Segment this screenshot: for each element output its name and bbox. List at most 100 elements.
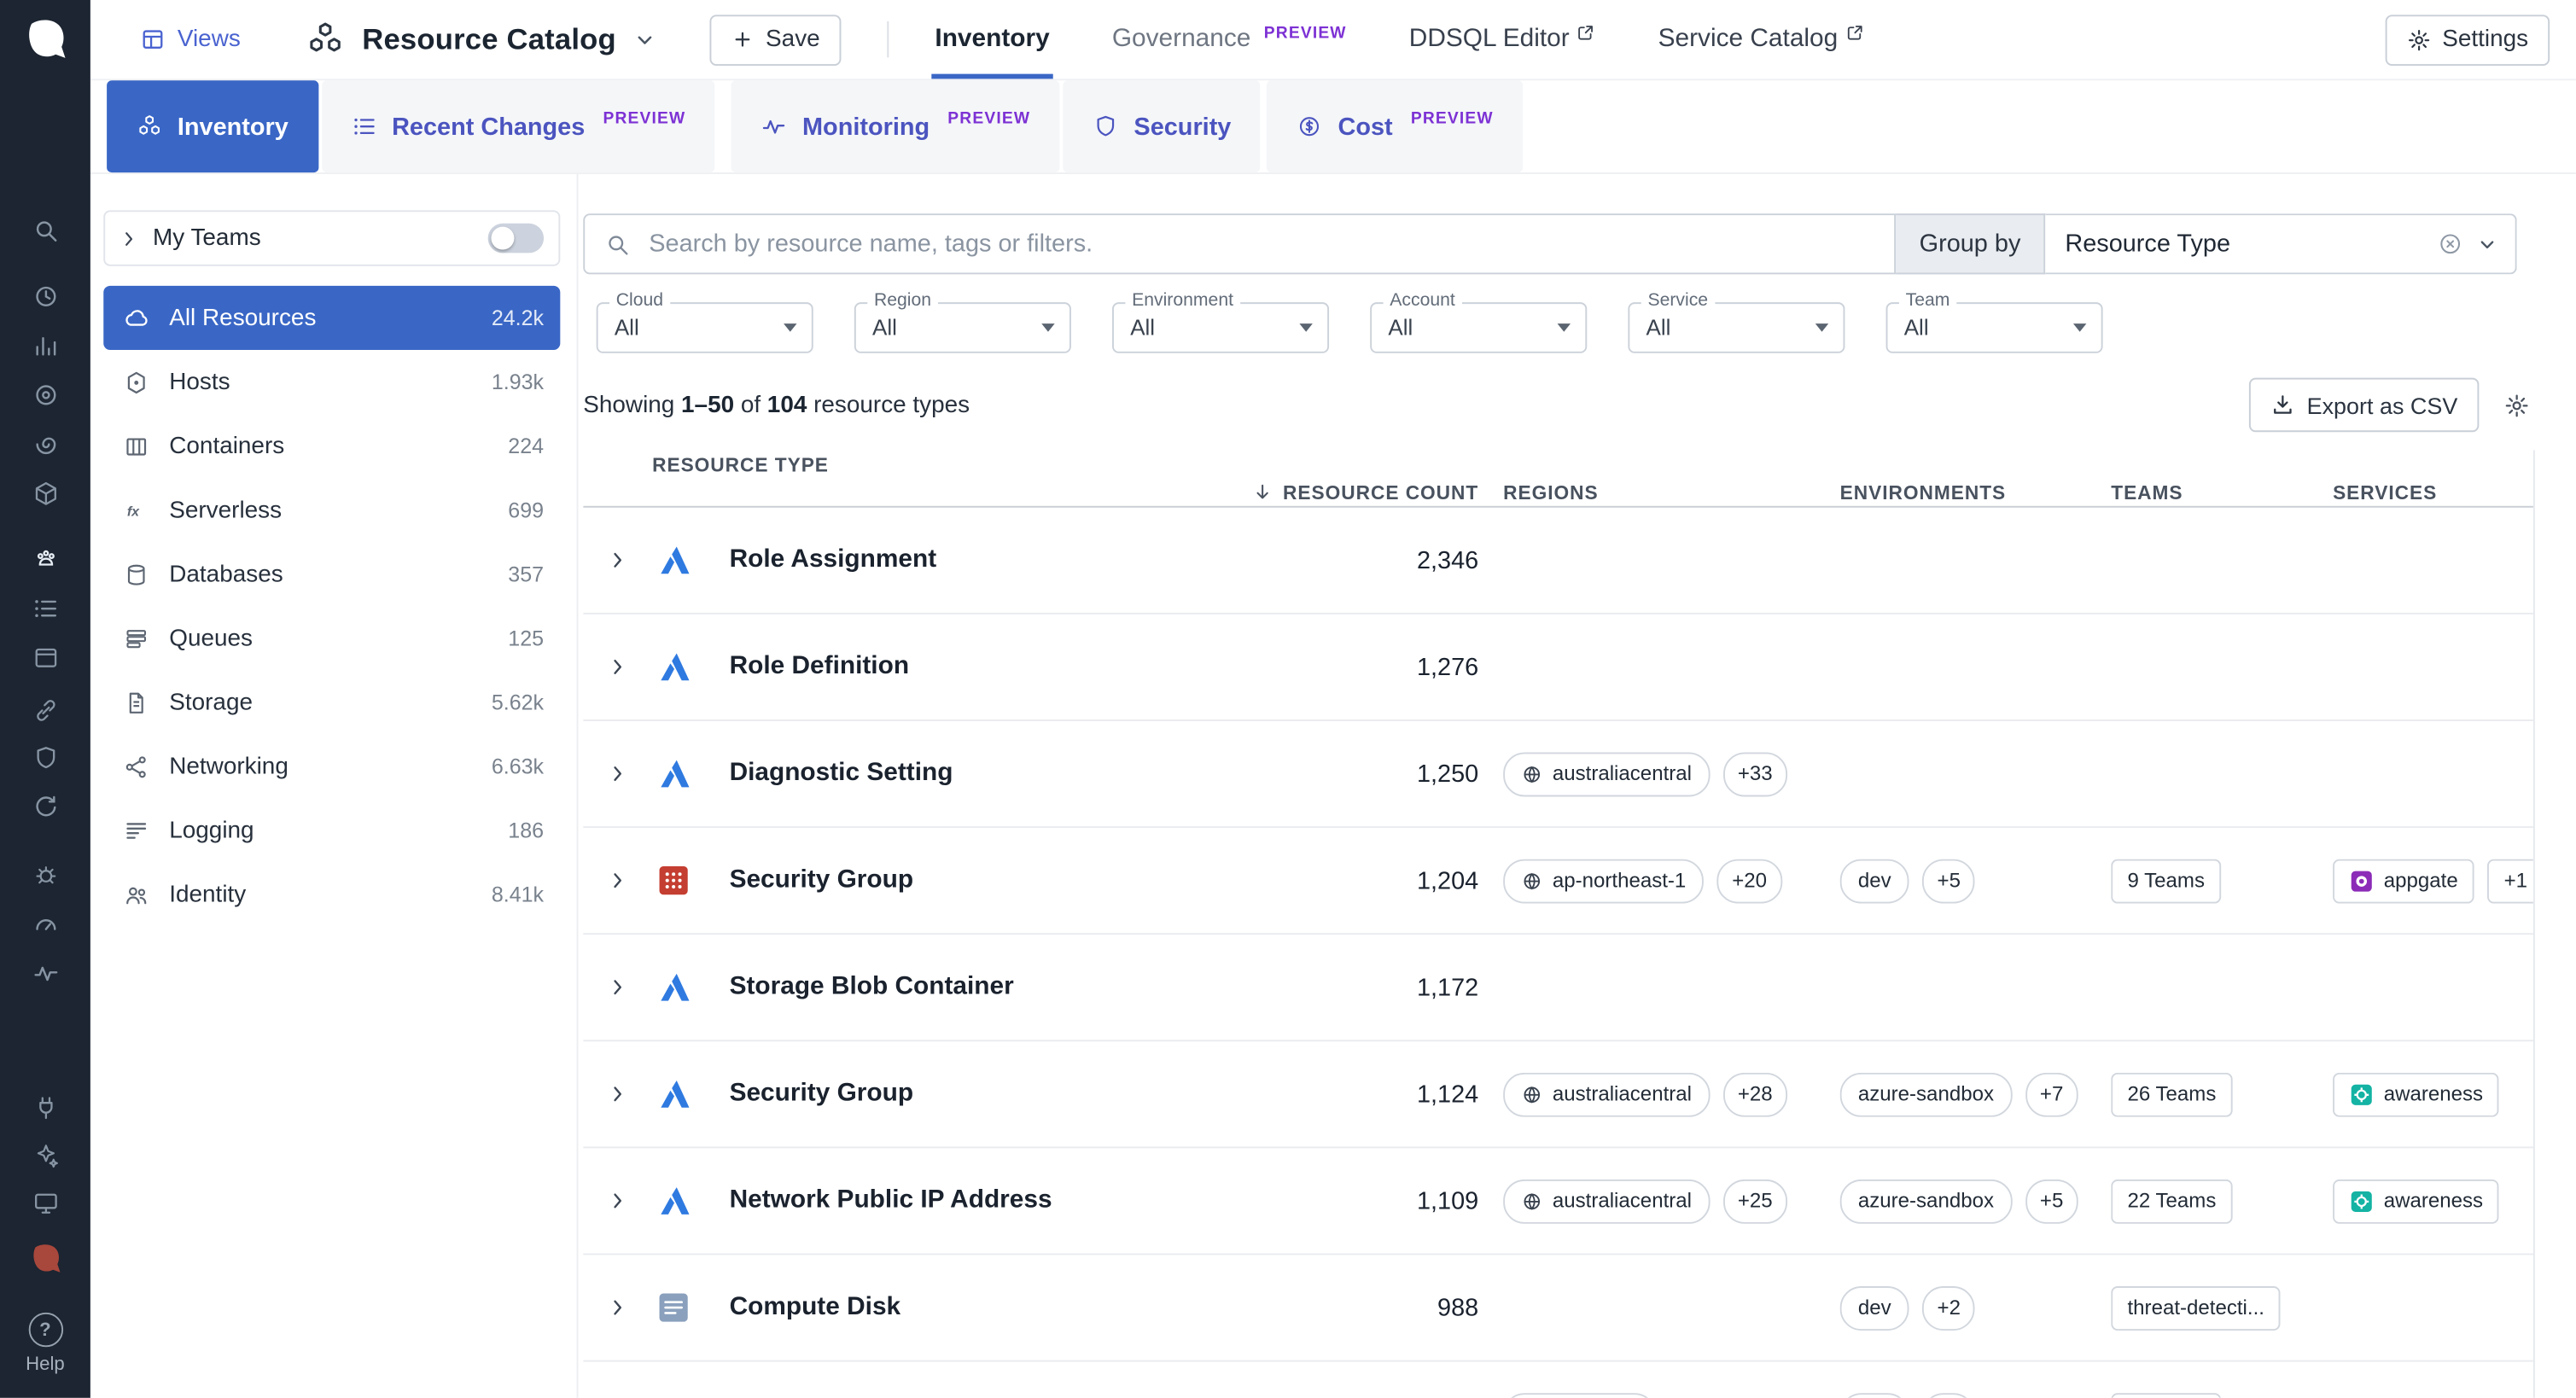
sidebar-item-databases[interactable]: Databases 357 [103, 542, 560, 606]
watchdog-icon[interactable] [32, 382, 60, 410]
teams-chip[interactable]: threat-detecti... [2111, 1285, 2281, 1330]
expand-chevron-icon[interactable] [583, 655, 656, 679]
tab-inventory-top[interactable]: Inventory [935, 0, 1049, 79]
filter-environment[interactable]: Environment All [1112, 302, 1329, 353]
table-row[interactable]: Security Group 1,124 australiacentral +2… [583, 1041, 2533, 1148]
service-chip[interactable]: appgate [2333, 859, 2474, 903]
table-settings-icon[interactable] [2503, 392, 2530, 418]
ci-cd-icon[interactable] [32, 794, 60, 822]
chevron-right-icon[interactable] [119, 228, 140, 249]
region-pill[interactable]: ap-northeast-1 [1503, 859, 1704, 903]
tab-security[interactable]: Security [1064, 80, 1261, 172]
service-chip[interactable]: awareness [2333, 1179, 2499, 1223]
page-title-group[interactable]: Resource Catalog [306, 20, 657, 59]
environment-pill[interactable]: azure-sandbox [1840, 1179, 2013, 1223]
history-icon[interactable] [32, 283, 60, 311]
environment-overflow-pill[interactable]: +7 [2025, 1072, 2078, 1116]
monitors-icon[interactable] [32, 959, 60, 987]
region-overflow-pill[interactable]: +20 [1717, 859, 1781, 903]
search-field[interactable] [583, 213, 1896, 274]
expand-chevron-icon[interactable] [583, 1296, 656, 1319]
expand-chevron-icon[interactable] [583, 549, 656, 572]
tab-cost[interactable]: Cost PREVIEW [1268, 80, 1524, 172]
synthetics-icon[interactable] [32, 430, 60, 458]
slo-icon[interactable] [32, 910, 60, 938]
environment-overflow-pill[interactable]: +5 [1922, 859, 1975, 903]
software-delivery-icon[interactable] [32, 1189, 60, 1217]
filter-account[interactable]: Account All [1370, 302, 1587, 353]
my-teams-toggle[interactable] [488, 224, 544, 253]
sidebar-item-hosts[interactable]: Hosts 1.93k [103, 350, 560, 414]
sidebar-item-networking[interactable]: Networking 6.63k [103, 734, 560, 798]
environment-pill[interactable]: dev [1840, 1285, 1909, 1330]
table-row[interactable]: Storage Blob Container 1,172 [583, 935, 2533, 1041]
region-pill[interactable]: us-east-1 [1503, 1392, 1656, 1398]
region-overflow-pill[interactable]: +25 [1723, 1179, 1787, 1223]
metrics-icon[interactable] [32, 332, 60, 360]
sidebar-item-logging[interactable]: Logging 186 [103, 798, 560, 862]
expand-chevron-icon[interactable] [583, 976, 656, 999]
views-button[interactable]: Views [140, 26, 241, 53]
expand-chevron-icon[interactable] [583, 869, 656, 892]
column-teams[interactable]: TEAMS [2111, 481, 2333, 504]
expand-chevron-icon[interactable] [583, 1082, 656, 1105]
settings-button[interactable]: Settings [2385, 14, 2550, 65]
clear-icon[interactable] [2438, 231, 2462, 256]
region-overflow-pill[interactable]: +33 [1723, 752, 1787, 796]
datadog-logo[interactable] [20, 16, 70, 66]
tab-governance[interactable]: Governance PREVIEW [1112, 0, 1347, 79]
sidebar-item-containers[interactable]: Containers 224 [103, 414, 560, 478]
dashboards-icon[interactable] [32, 644, 60, 672]
tab-service-catalog[interactable]: Service Catalog [1658, 0, 1864, 79]
expand-chevron-icon[interactable] [583, 1189, 656, 1212]
column-resource-type[interactable]: RESOURCE TYPE [583, 452, 1338, 475]
environment-overflow-pill[interactable]: +1 [1922, 1392, 1975, 1398]
table-row[interactable]: Diagnostic Setting 1,250 australiacentra… [583, 721, 2533, 828]
export-csv-button[interactable]: Export as CSV [2249, 378, 2479, 433]
service-map-icon[interactable] [32, 545, 60, 574]
teams-chip[interactable]: 5 Teams [2111, 1392, 2221, 1398]
security-icon[interactable] [32, 744, 60, 772]
sidebar-item-all-resources[interactable]: All Resources 24.2k [103, 286, 560, 350]
llm-observability-icon[interactable] [32, 1142, 60, 1170]
environment-overflow-pill[interactable]: +5 [2025, 1179, 2078, 1223]
environment-pill[interactable]: dev [1840, 1392, 1909, 1398]
filter-team[interactable]: Team All [1886, 302, 2103, 353]
filter-cloud[interactable]: Cloud All [597, 302, 813, 353]
api-icon[interactable] [32, 1094, 60, 1122]
teams-chip[interactable]: 26 Teams [2111, 1072, 2232, 1116]
sidebar-item-queues[interactable]: Queues 125 [103, 606, 560, 670]
sidebar-item-storage[interactable]: Storage 5.62k [103, 670, 560, 734]
region-pill[interactable]: australiacentral [1503, 1072, 1710, 1116]
table-row[interactable]: Security Group 1,204 ap-northeast-1 +20 … [583, 828, 2533, 935]
tab-inventory[interactable]: Inventory [107, 80, 318, 172]
chevron-down-icon[interactable] [2476, 232, 2499, 255]
integrations-icon[interactable] [32, 696, 60, 725]
tab-monitoring[interactable]: Monitoring PREVIEW [731, 80, 1060, 172]
table-row[interactable]: Network Public IP Address 1,109 australi… [583, 1148, 2533, 1255]
table-row[interactable]: Role Assignment 2,346 [583, 508, 2533, 615]
save-button[interactable]: Save [710, 14, 842, 65]
table-row[interactable]: Compute Disk 988 dev +2 threat-detecti..… [583, 1255, 2533, 1361]
expand-chevron-icon[interactable] [583, 762, 656, 785]
teams-chip[interactable]: 22 Teams [2111, 1179, 2232, 1223]
service-chip[interactable]: awareness [2333, 1072, 2499, 1116]
group-by-dropdown[interactable]: Resource Type [2045, 213, 2516, 274]
service-overflow-chip[interactable]: +1 [2487, 859, 2533, 903]
table-row[interactable]: IAM Policy 893 us-east-1 dev +1 [583, 1362, 2533, 1398]
search-input[interactable] [645, 229, 1874, 260]
environment-pill[interactable]: dev [1840, 859, 1909, 903]
error-tracking-icon[interactable] [32, 861, 60, 889]
bits-ai-icon[interactable] [27, 1242, 63, 1278]
region-pill[interactable]: australiacentral [1503, 1179, 1710, 1223]
logs-icon[interactable] [32, 595, 60, 623]
sidebar-item-identity[interactable]: Identity 8.41k [103, 862, 560, 926]
tab-recent-changes[interactable]: Recent Changes PREVIEW [321, 80, 715, 172]
column-services[interactable]: SERVICES [2333, 481, 2533, 504]
help-icon[interactable] [28, 1313, 62, 1347]
chevron-down-icon[interactable] [632, 27, 657, 52]
column-regions[interactable]: REGIONS [1503, 481, 1840, 504]
table-row[interactable]: Role Definition 1,276 [583, 615, 2533, 721]
filter-service[interactable]: Service All [1628, 302, 1845, 353]
filter-region[interactable]: Region All [854, 302, 1071, 353]
